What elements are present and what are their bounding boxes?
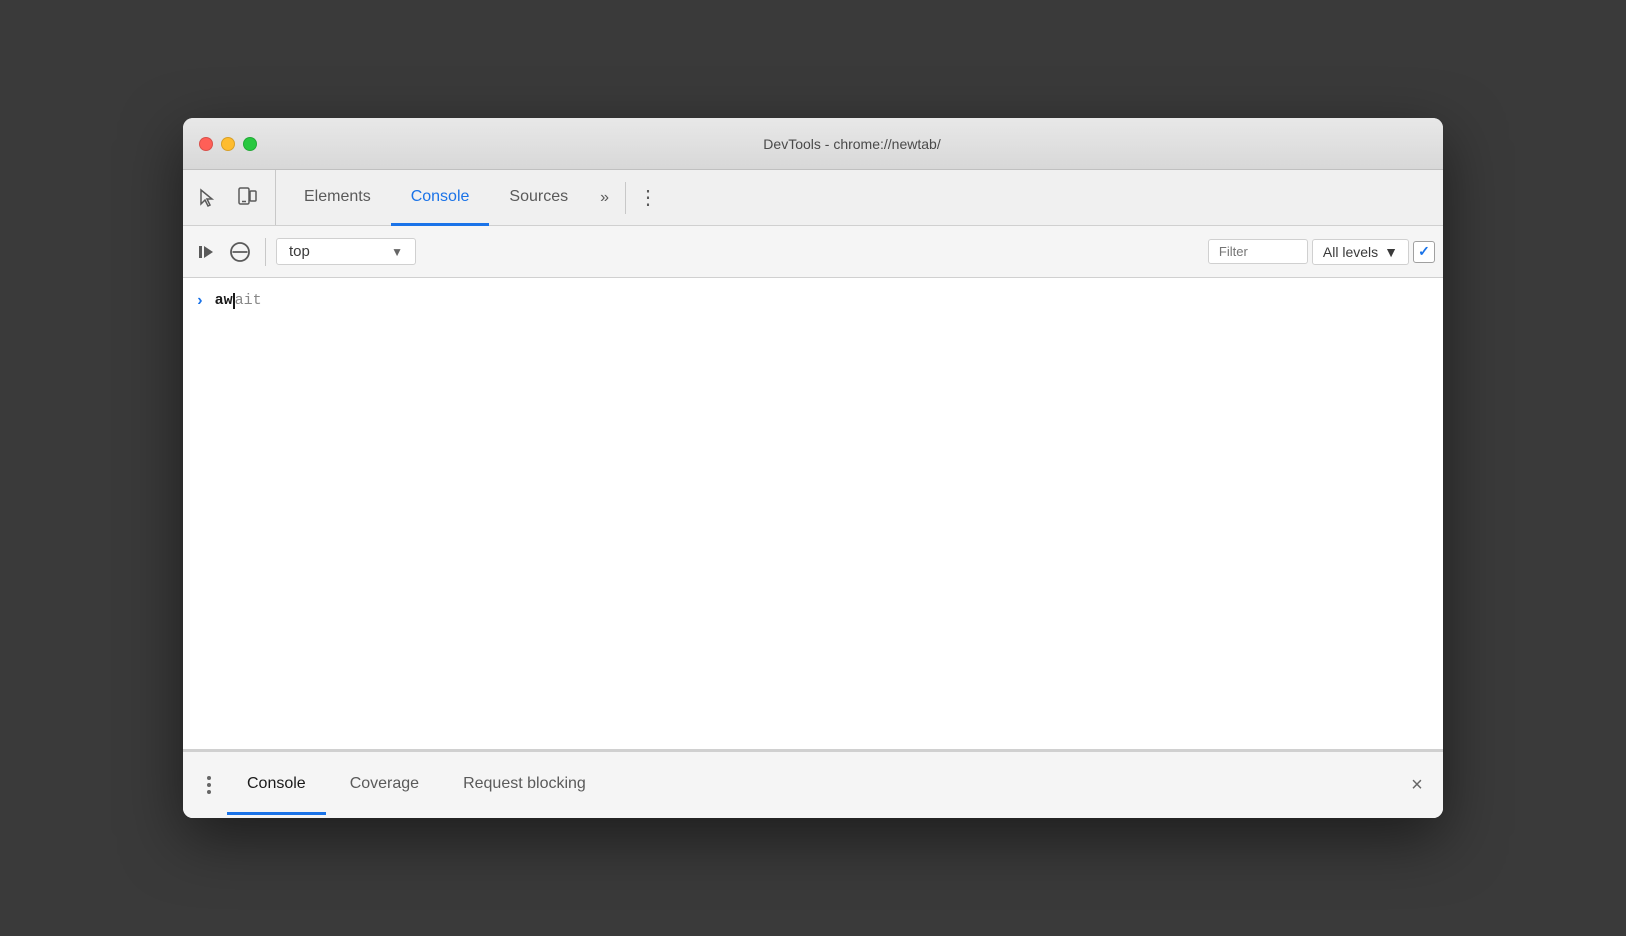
console-input-text: await [215,292,262,309]
toolbar-separator-1 [265,238,266,266]
tab-separator [625,182,626,214]
autocomplete-text: ait [235,292,262,309]
maximize-button[interactable] [243,137,257,151]
close-bottom-panel-button[interactable]: × [1403,771,1431,799]
bottom-panel-menu[interactable] [195,771,223,799]
bottom-tab-console[interactable]: Console [227,752,326,818]
console-entry: › await [183,286,1443,322]
devtools-panel: Elements Console Sources » ⋮ [183,170,1443,818]
device-toggle-button[interactable] [231,182,263,214]
dot-2 [207,783,211,787]
devtools-menu-button[interactable]: ⋮ [630,170,667,225]
log-levels-selector[interactable]: All levels ▼ [1312,239,1409,265]
cursor-icon [197,188,217,208]
dot-3 [207,790,211,794]
context-selector[interactable]: top ▼ [276,238,416,265]
devtools-icon-group [191,170,276,225]
context-label: top [289,243,310,260]
bottom-panel: Console Coverage Request blocking × [183,750,1443,818]
main-tab-bar: Elements Console Sources » ⋮ [183,170,1443,226]
levels-arrow: ▼ [1384,244,1398,260]
device-icon [236,187,258,209]
inspect-element-button[interactable] [191,182,223,214]
clear-console-button[interactable] [225,237,255,267]
clear-icon [229,241,251,263]
preserve-log-button[interactable] [191,237,221,267]
active-tab-indicator [227,812,326,815]
console-toolbar: top ▼ All levels ▼ ✓ [183,226,1443,278]
console-content[interactable]: › await [183,278,1443,750]
traffic-lights [199,137,257,151]
title-bar: DevTools - chrome://newtab/ [183,118,1443,170]
window-title: DevTools - chrome://newtab/ [277,136,1427,152]
filter-input[interactable] [1208,239,1308,264]
tab-sources[interactable]: Sources [489,171,588,226]
dot-1 [207,776,211,780]
context-dropdown-arrow: ▼ [391,245,403,259]
console-prompt[interactable]: › [195,292,205,310]
bottom-tab-coverage[interactable]: Coverage [330,752,439,818]
play-pause-icon [199,246,213,258]
tab-elements[interactable]: Elements [284,171,391,226]
more-tabs-button[interactable]: » [588,170,621,225]
typed-text: aw [215,292,233,309]
tab-console[interactable]: Console [391,171,490,226]
levels-label: All levels [1323,244,1378,260]
minimize-button[interactable] [221,137,235,151]
close-button[interactable] [199,137,213,151]
bottom-tab-request-blocking[interactable]: Request blocking [443,752,606,818]
devtools-window: DevTools - chrome://newtab/ [183,118,1443,818]
settings-checkbox[interactable]: ✓ [1413,241,1435,263]
